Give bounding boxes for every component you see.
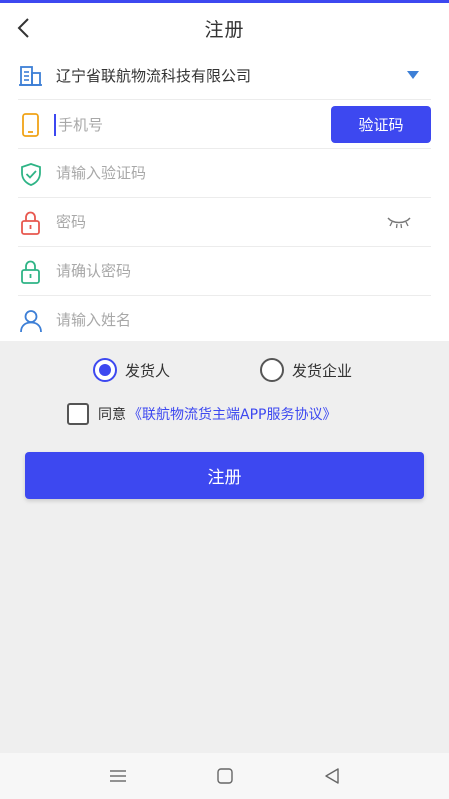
page-title: 注册 (204, 19, 245, 41)
caret-down-icon[interactable] (407, 70, 419, 80)
agreement-prefix: 同意 (98, 407, 126, 423)
verify-code-row (18, 149, 431, 198)
name-input[interactable] (56, 305, 326, 335)
name-row (18, 296, 431, 345)
register-form: 辽宁省联航物流科技有限公司 验证码 (0, 51, 449, 341)
header: 注册 (0, 3, 449, 51)
agreement-row: 同意 《联航物流货主端APP服务协议》 (67, 402, 336, 426)
role-option-shipper[interactable]: 发货人 (93, 357, 170, 383)
get-code-button[interactable]: 验证码 (331, 106, 431, 143)
menu-icon[interactable] (107, 766, 129, 786)
role-option-enterprise[interactable]: 发货企业 (260, 357, 352, 383)
confirm-password-input[interactable] (56, 256, 326, 286)
role-option-label: 发货人 (125, 361, 171, 380)
radio-unchecked-icon (260, 358, 284, 382)
agreement-link[interactable]: 《联航物流货主端APP服务协议》 (128, 404, 336, 424)
agreement-checkbox[interactable] (67, 403, 89, 425)
building-icon (19, 66, 42, 86)
company-row[interactable]: 辽宁省联航物流科技有限公司 (18, 51, 431, 100)
register-button[interactable]: 注册 (25, 452, 424, 499)
verify-code-input[interactable] (56, 158, 326, 188)
company-select[interactable]: 辽宁省联航物流科技有限公司 (56, 65, 251, 86)
confirm-password-row (18, 247, 431, 296)
lock-icon (21, 211, 40, 235)
phone-input[interactable] (54, 114, 324, 136)
eye-closed-icon[interactable] (387, 215, 411, 229)
back-icon[interactable] (321, 766, 343, 786)
phone-row: 验证码 (18, 100, 431, 149)
role-option-label: 发货企业 (292, 361, 353, 380)
home-icon[interactable] (214, 766, 236, 786)
role-radio-group: 发货人 发货企业 (0, 357, 449, 383)
system-nav-bar (0, 753, 449, 799)
phone-icon (22, 113, 39, 137)
lock-icon (21, 260, 40, 284)
password-input[interactable] (56, 207, 326, 237)
password-row (18, 198, 431, 247)
radio-checked-icon (93, 358, 117, 382)
shield-check-icon (21, 163, 41, 186)
person-icon (20, 310, 42, 333)
